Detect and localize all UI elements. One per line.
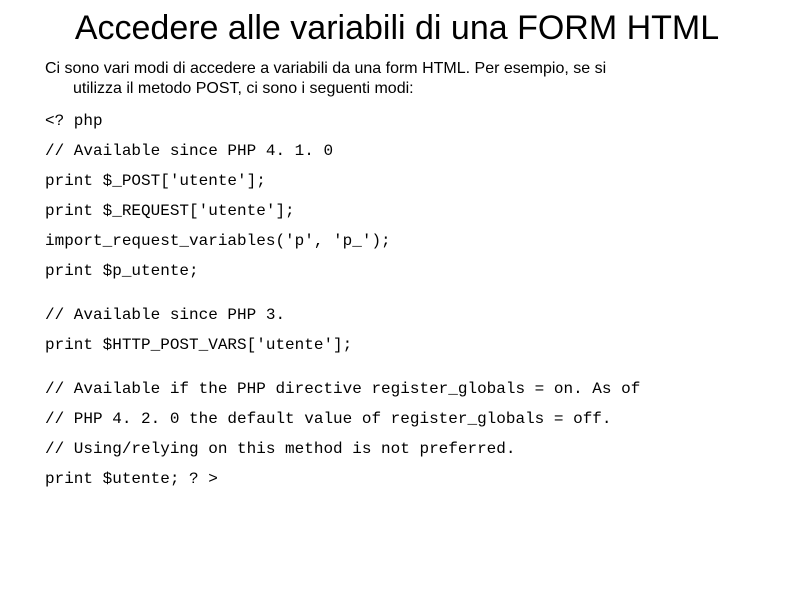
code-line-10: // PHP 4. 2. 0 the default value of regi… (45, 411, 749, 427)
code-line-6: print $p_utente; (45, 263, 749, 279)
code-line-7: // Available since PHP 3. (45, 307, 749, 323)
code-line-12: print $utente; ? > (45, 471, 749, 487)
code-line-3: print $_POST['utente']; (45, 173, 749, 189)
code-line-11: // Using/relying on this method is not p… (45, 441, 749, 457)
code-line-8: print $HTTP_POST_VARS['utente']; (45, 337, 749, 353)
code-line-1: <? php (45, 113, 749, 129)
slide-content: Accedere alle variabili di una FORM HTML… (0, 0, 794, 521)
intro-paragraph: Ci sono vari modi di accedere a variabil… (45, 59, 749, 99)
code-line-9: // Available if the PHP directive regist… (45, 381, 749, 397)
code-line-4: print $_REQUEST['utente']; (45, 203, 749, 219)
intro-line-1: Ci sono vari modi di accedere a variabil… (45, 60, 606, 77)
code-line-5: import_request_variables('p', 'p_'); (45, 233, 749, 249)
intro-line-2: utilizza il metodo POST, ci sono i segue… (45, 79, 749, 99)
spacer-1 (45, 293, 749, 307)
slide-title: Accedere alle variabili di una FORM HTML (45, 10, 749, 47)
code-line-2: // Available since PHP 4. 1. 0 (45, 143, 749, 159)
spacer-2 (45, 367, 749, 381)
